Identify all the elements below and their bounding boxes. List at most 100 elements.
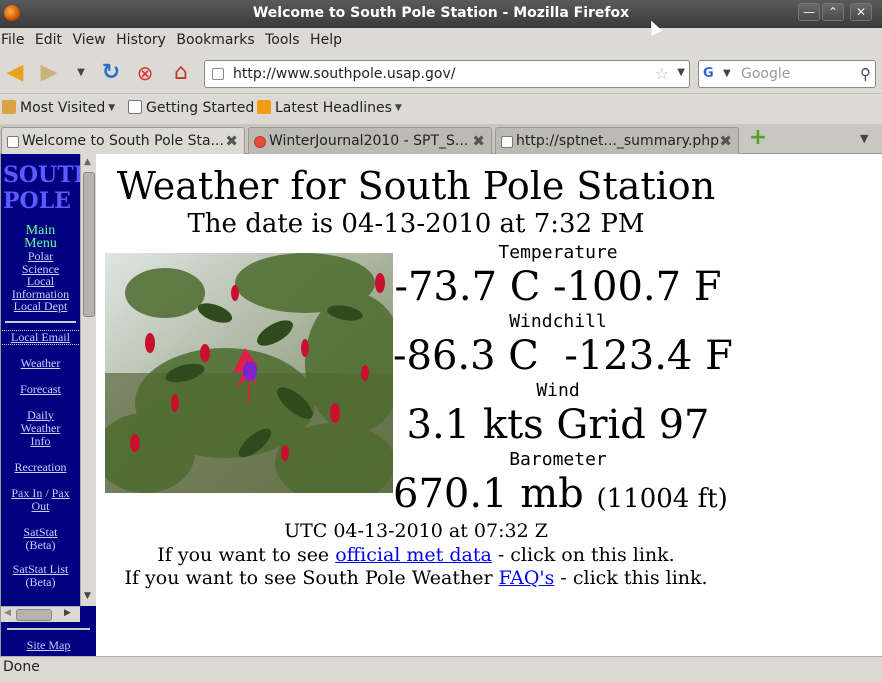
menu-help[interactable]: Help [308, 28, 346, 48]
link-line: Info [30, 433, 51, 448]
home-icon[interactable]: ⌂ [168, 60, 194, 86]
folder-icon [2, 100, 16, 114]
bookmark-label: Latest Headlines [275, 100, 392, 116]
page-icon [501, 136, 513, 148]
rss-icon [257, 100, 271, 114]
sidebar: SOUTH POLE Main Menu Polar Science Local… [1, 154, 96, 656]
close-tab-icon[interactable]: ✖ [719, 132, 732, 150]
sidebar-link-polar[interactable]: Polar [1, 250, 80, 263]
close-window-button[interactable]: ✕ [850, 3, 872, 21]
bookmark-latest-headlines[interactable]: Latest Headlines ▼ [257, 100, 402, 116]
sidebar-horizontal-scrollbar[interactable]: ◀ ▶ [1, 606, 80, 622]
tab-label: Welcome to South Pole Sta... [22, 133, 224, 149]
barometer-value: 670.1 mb [393, 471, 584, 517]
faq-link[interactable]: FAQ's [499, 567, 555, 589]
menu-edit[interactable]: Edit [33, 28, 66, 48]
sidebar-title-line: SOUTH [3, 162, 80, 188]
sidebar-divider [7, 628, 90, 630]
search-engine-dropdown-icon[interactable]: ▼ [723, 68, 731, 79]
sidebar-link-pax-in[interactable]: Pax In [11, 486, 42, 500]
sidebar-link-recreation[interactable]: Recreation [1, 460, 80, 474]
scroll-up-icon[interactable]: ▲ [84, 157, 91, 167]
tab-label: WinterJournal2010 - SPT_S... [269, 133, 469, 149]
faq-line: If you want to see South Pole Weather FA… [96, 567, 736, 590]
menu-file[interactable]: File [0, 28, 28, 48]
scroll-thumb[interactable] [16, 609, 52, 621]
windchill-value: -86.3 C -123.4 F [393, 333, 733, 379]
sidebar-link-satstat-list[interactable]: SatStat List [1, 562, 80, 576]
tab-list-dropdown-icon[interactable]: ▼ [860, 132, 868, 145]
search-bar[interactable]: G ▼ Google ⚲ [698, 60, 876, 88]
sidebar-link-local[interactable]: Local [1, 275, 80, 288]
sidebar-vertical-scrollbar[interactable]: ▲ ▼ [80, 154, 96, 606]
sidebar-link-local-email[interactable]: Local Email [1, 329, 80, 345]
menu-tools[interactable]: Tools [263, 28, 304, 48]
sidebar-link-site-map[interactable]: Site Map [27, 638, 71, 652]
wind-label: Wind [536, 380, 580, 401]
weather-readings: Temperature -73.7 C -100.7 F Windchill -… [393, 242, 733, 523]
scroll-left-icon[interactable]: ◀ [4, 608, 11, 618]
close-tab-icon[interactable]: ✖ [225, 132, 238, 150]
tab-winterjournal[interactable]: WinterJournal2010 - SPT_S... ✖ [248, 127, 492, 154]
met-prefix: If you want to see [157, 544, 336, 566]
status-bar: Done [0, 656, 882, 678]
sidebar-title: SOUTH POLE [1, 162, 80, 214]
bookmark-star-icon[interactable]: ☆ [655, 64, 669, 83]
sidebar-title-line: POLE [3, 188, 71, 214]
new-tab-plus-icon[interactable]: + [748, 127, 768, 149]
sidebar-link-forecast[interactable]: Forecast [1, 382, 80, 396]
search-icon[interactable]: ⚲ [860, 65, 871, 83]
url-text[interactable]: http://www.southpole.usap.gov/ [233, 66, 455, 82]
bookmark-getting-started[interactable]: Getting Started [128, 100, 254, 116]
scroll-down-icon[interactable]: ▼ [84, 591, 91, 601]
google-engine-icon[interactable]: G [703, 66, 721, 82]
main-content: Weather for South Pole Station The date … [96, 154, 882, 656]
tab-sptnet[interactable]: http://sptnet..._summary.php ✖ [495, 127, 739, 154]
sidebar-link-pax-out-2[interactable]: Out [1, 499, 80, 513]
url-dropdown-icon[interactable]: ▼ [677, 67, 685, 78]
menu-history[interactable]: History [114, 28, 170, 48]
sidebar-frame: SOUTH POLE Main Menu Polar Science Local… [1, 154, 80, 606]
sidebar-link-daily-weather-info[interactable]: Daily Weather Info [1, 408, 80, 448]
navigation-toolbar: ◀ ▶ ▼ ↻ ⊗ ⌂ http://www.southpole.usap.go… [0, 52, 882, 94]
bug-icon [254, 136, 266, 148]
close-tab-icon[interactable]: ✖ [472, 132, 485, 150]
faq-suffix: - click this link. [554, 567, 708, 589]
sidebar-link-pax-out[interactable]: Pax [52, 486, 70, 500]
barometer-row: 670.1 mb (11004 ft) [393, 471, 728, 523]
date-line: The date is 04-13-2010 at 7:32 PM [187, 209, 645, 239]
url-bar[interactable]: http://www.southpole.usap.gov/ ☆ ▼ [204, 60, 690, 88]
official-met-data-link[interactable]: official met data [335, 544, 492, 566]
menu-bookmarks[interactable]: Bookmarks [174, 28, 258, 48]
scroll-thumb[interactable] [83, 172, 95, 317]
sidebar-link-weather[interactable]: Weather [1, 356, 80, 370]
forward-arrow-icon[interactable]: ▶ [36, 60, 62, 86]
main-menu-heading: Main Menu [1, 224, 80, 251]
met-suffix: - click on this link. [491, 544, 675, 566]
history-dropdown-icon[interactable]: ▼ [68, 60, 94, 86]
chevron-down-icon: ▼ [394, 103, 402, 113]
wind-value: 3.1 kts Grid 97 [406, 402, 710, 448]
sidebar-link-local-dept[interactable]: Local Dept [1, 300, 80, 313]
tab-welcome[interactable]: Welcome to South Pole Sta... ✖ [1, 127, 245, 155]
scroll-right-icon[interactable]: ▶ [64, 608, 71, 618]
page-icon [7, 136, 19, 148]
search-input[interactable]: Google [741, 66, 790, 82]
browser-window: Welcome to South Pole Station - Mozilla … [0, 0, 882, 682]
minimize-button[interactable]: — [798, 3, 820, 21]
sidebar-link-satstat[interactable]: SatStat [1, 525, 80, 539]
title-bar: Welcome to South Pole Station - Mozilla … [0, 0, 882, 28]
stop-icon[interactable]: ⊗ [132, 60, 158, 86]
reload-icon[interactable]: ↻ [98, 60, 124, 86]
maximize-button[interactable]: ⌃ [822, 3, 844, 21]
faq-prefix: If you want to see South Pole Weather [124, 567, 499, 589]
page-title: Weather for South Pole Station [116, 164, 716, 208]
sidebar-bottom: Site Map [1, 622, 96, 656]
tab-label: http://sptnet..._summary.php [516, 133, 720, 149]
back-arrow-icon[interactable]: ◀ [2, 60, 28, 86]
status-text: Done [3, 659, 40, 675]
pax-separator: / [45, 485, 49, 500]
menu-view[interactable]: View [70, 28, 109, 48]
met-data-line: If you want to see official met data - c… [96, 544, 736, 567]
bookmark-most-visited[interactable]: Most Visited ▼ [2, 100, 115, 116]
